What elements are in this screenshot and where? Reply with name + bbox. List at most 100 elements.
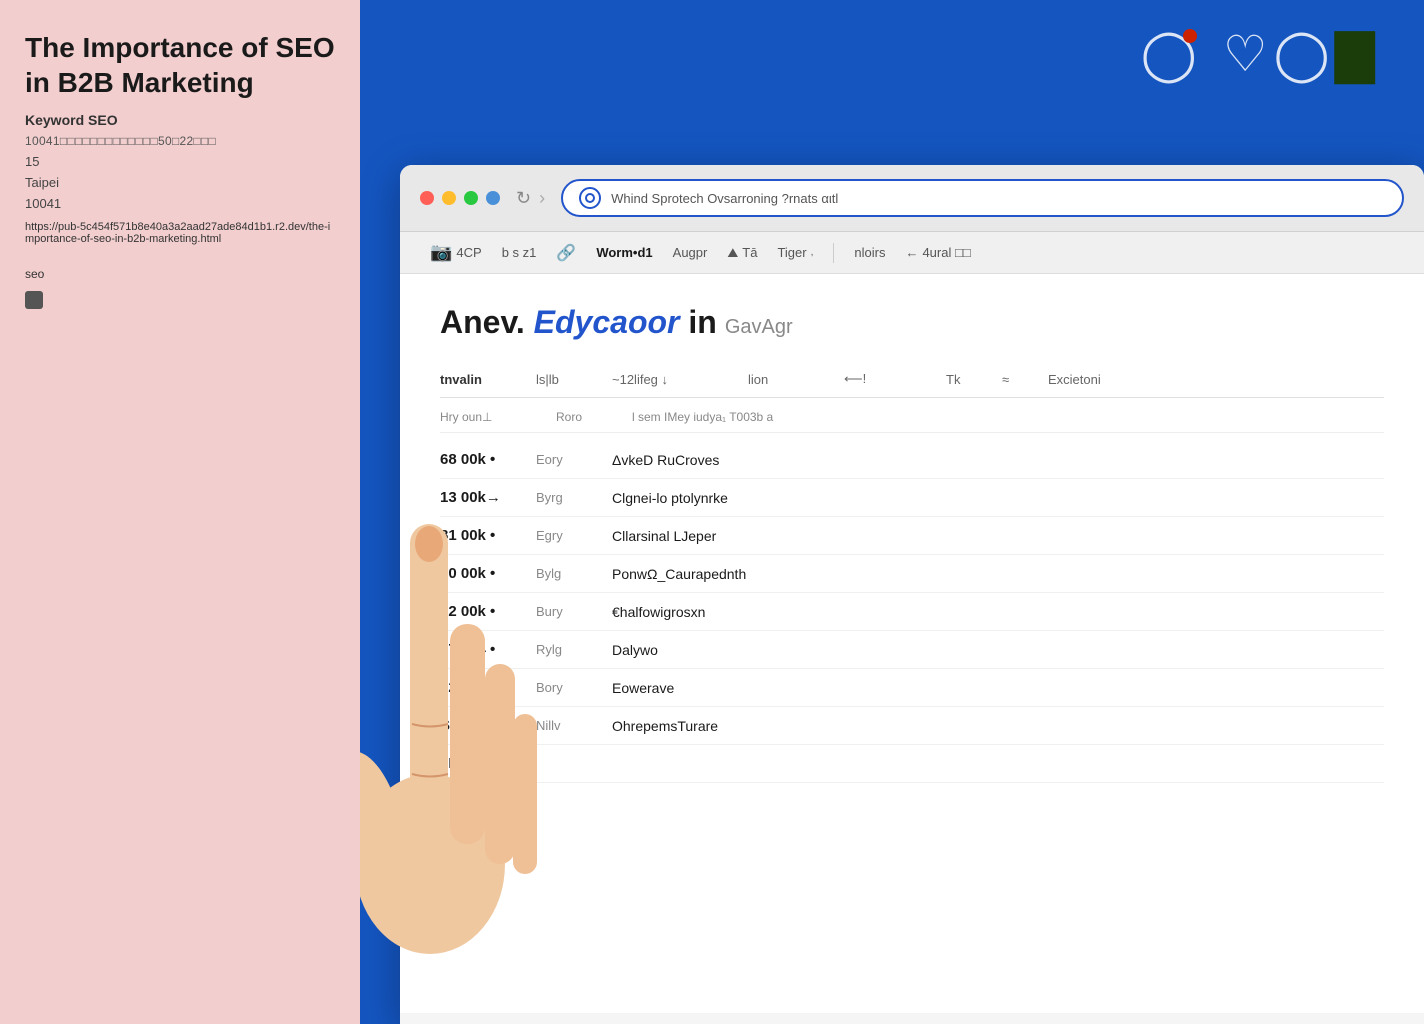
toolbar-item-s[interactable]: 🔗 bbox=[556, 243, 576, 263]
table-row[interactable]: 13 00k→ Byrg Clgnei-lo ptolynrke bbox=[440, 479, 1384, 517]
url-text: Whind Sprotech Ovsarroning ?rnats αιtl bbox=[611, 191, 1386, 206]
toolbar-label-nloirs: nloirs bbox=[854, 245, 885, 260]
toolbar-label-v: , bbox=[811, 247, 814, 258]
row-name: Byrg bbox=[536, 490, 596, 505]
table-row[interactable]: 80 00k • Bylg PonwΩ_Caurapednth bbox=[440, 555, 1384, 593]
traffic-light-red[interactable] bbox=[420, 191, 434, 205]
row-desc: PonwΩ_Caurapednth bbox=[612, 566, 1384, 582]
th-excietoni[interactable]: Excietoni bbox=[1048, 372, 1384, 387]
th-lslb[interactable]: ls|lb bbox=[536, 372, 596, 387]
top-decoration: ◯ ♡ ◯ ▇ bbox=[1141, 25, 1374, 83]
meta-url: https://pub-5c454f571b8e40a3a2aad27ade84… bbox=[25, 221, 335, 245]
th-tk[interactable]: Tk bbox=[946, 372, 986, 387]
page-title-main: Anev. Edycaoor in bbox=[440, 304, 717, 341]
th-tnvalin[interactable]: tnvalin bbox=[440, 372, 520, 387]
tag-icon bbox=[25, 291, 43, 309]
table-row[interactable]: 32 00k • Bury €halfowigrosxn bbox=[440, 593, 1384, 631]
address-bar[interactable]: Whind Sprotech Ovsarroning ?rnats αιtl bbox=[561, 179, 1404, 217]
keyword-label: Keyword SEO bbox=[25, 112, 335, 128]
toolbar-item-augpr[interactable]: Augpr bbox=[673, 245, 708, 260]
browser-window: ↻ › Whind Sprotech Ovsarroning ?rnats αι… bbox=[400, 165, 1424, 1024]
traffic-lights bbox=[420, 191, 500, 205]
table-row[interactable]: 81 00k • Egry Cllarsinal LJeper bbox=[440, 517, 1384, 555]
row-desc: Clgnei-lo ptolynrke bbox=[612, 490, 1384, 506]
row-num: 17 004 • bbox=[440, 641, 520, 658]
subh-sem: l sem IMey iudya₁ T003b a bbox=[632, 410, 1384, 424]
toolbar-item-4cp[interactable]: 📷 4CP bbox=[430, 242, 482, 263]
back-icon[interactable]: ↻ bbox=[516, 188, 531, 209]
title-part2: Edycaoor bbox=[534, 304, 680, 340]
row-num: 68 00k • bbox=[440, 451, 520, 468]
row-num: S0 00k • bbox=[440, 717, 520, 734]
nav-buttons: ↻ › bbox=[516, 188, 545, 209]
table-row[interactable]: 32 00k • Bory Eowerave bbox=[440, 669, 1384, 707]
toolbar-item-fta[interactable]: ⛰ Tā bbox=[727, 245, 757, 261]
meta-id: 10041□□□□□□□□□□□□□50□22□□□ bbox=[25, 134, 335, 148]
browser-chrome: ↻ › Whind Sprotech Ovsarroning ?rnats αι… bbox=[400, 165, 1424, 232]
row-desc: Cllarsinal LJeper bbox=[612, 528, 1384, 544]
toolbar-icon-left: ← bbox=[905, 245, 918, 260]
traffic-light-green[interactable] bbox=[464, 191, 478, 205]
title-part3: in bbox=[688, 304, 716, 340]
meta-number: 15 bbox=[25, 154, 335, 169]
page-subtitle: GavAgr bbox=[725, 316, 793, 339]
table-rows: 68 00k • Eory ΔvkeD RuCroves 13 00k→ Byr… bbox=[440, 441, 1384, 783]
row-num: 8F 00k • bbox=[440, 755, 520, 772]
table-row[interactable]: 8F 00k • bbox=[440, 745, 1384, 783]
traffic-light-yellow[interactable] bbox=[442, 191, 456, 205]
toolbar-item-bsz[interactable]: b s z1 bbox=[502, 245, 537, 260]
th-tnvalin-label: tnvalin bbox=[440, 372, 482, 387]
right-panel: ◯ ♡ ◯ ▇ ↻ › Whind Sprotech Ovsarronin bbox=[360, 0, 1424, 1024]
browser-content: Anev. Edycaoor in GavAgr tnvalin ls|lb ~… bbox=[400, 274, 1424, 1013]
toolbar-label-ta: Tā bbox=[742, 245, 757, 260]
toolbar-item-tiger[interactable]: Tiger , bbox=[777, 245, 813, 260]
table-row[interactable]: S0 00k • Nillv OhrepemsTurare bbox=[440, 707, 1384, 745]
toolbar-item-nloirs[interactable]: nloirs bbox=[854, 245, 885, 260]
table-header: tnvalin ls|lb ~12lifeg ↓ lion ⟵! Tk ≈ Ex… bbox=[440, 361, 1384, 398]
row-desc: Eowerave bbox=[612, 680, 1384, 696]
left-panel: The Importance of SEO in B2B Marketing K… bbox=[0, 0, 360, 1024]
title-part1: Anev. bbox=[440, 304, 525, 340]
browser-toolbar: 📷 4CP b s z1 🔗 Worm•d1 Augpr ⛰ Tā Tiger … bbox=[400, 232, 1424, 274]
toolbar-separator bbox=[833, 243, 834, 263]
row-name: Nillv bbox=[536, 718, 596, 733]
row-name: Bory bbox=[536, 680, 596, 695]
row-desc: OhrepemsTurare bbox=[612, 718, 1384, 734]
tag-label: seo bbox=[25, 267, 335, 281]
subh-roro: Roro bbox=[556, 410, 616, 424]
table-row[interactable]: 17 004 • Rylg Dalywo bbox=[440, 631, 1384, 669]
toolbar-label-bsz: b s z1 bbox=[502, 245, 537, 260]
row-name: Egry bbox=[536, 528, 596, 543]
row-num: 32 00k • bbox=[440, 679, 520, 696]
forward-icon[interactable]: › bbox=[539, 188, 545, 209]
th-lion[interactable]: lion bbox=[748, 372, 828, 387]
meta-city: Taipei bbox=[25, 175, 335, 190]
th-approx: ≈ bbox=[1002, 372, 1032, 387]
row-name: Rylg bbox=[536, 642, 596, 657]
row-num: 81 00k • bbox=[440, 527, 520, 544]
th-12lifeg[interactable]: ~12lifeg ↓ bbox=[612, 372, 732, 387]
toolbar-label-augpr: Augpr bbox=[673, 245, 708, 260]
traffic-light-blue[interactable] bbox=[486, 191, 500, 205]
table-subheader: Hry oun⊥ Roro l sem IMey iudya₁ T003b a bbox=[440, 402, 1384, 433]
article-title: The Importance of SEO in B2B Marketing bbox=[25, 30, 335, 100]
row-num: 13 00k→ bbox=[440, 489, 520, 506]
row-desc: Dalywo bbox=[612, 642, 1384, 658]
row-name: Bylg bbox=[536, 566, 596, 581]
page-header: Anev. Edycaoor in GavAgr bbox=[440, 304, 1384, 341]
table-row[interactable]: 68 00k • Eory ΔvkeD RuCroves bbox=[440, 441, 1384, 479]
row-desc: ΔvkeD RuCroves bbox=[612, 452, 1384, 468]
toolbar-item-4ural[interactable]: ← 4ural □□ bbox=[905, 245, 970, 260]
toolbar-item-wormd[interactable]: Worm•d1 bbox=[596, 245, 652, 260]
toolbar-icon-4cp: 📷 bbox=[430, 242, 452, 263]
row-name: Bury bbox=[536, 604, 596, 619]
toolbar-icon-f: ⛰ bbox=[727, 245, 738, 261]
toolbar-label-tiger: Tiger bbox=[777, 245, 806, 260]
row-name: Eory bbox=[536, 452, 596, 467]
row-num: 32 00k • bbox=[440, 603, 520, 620]
th-arrow: ⟵! bbox=[844, 371, 884, 387]
toolbar-label-4cp: 4CP bbox=[456, 245, 481, 260]
meta-zip: 10041 bbox=[25, 196, 335, 211]
toolbar-label-4ural: 4ural □□ bbox=[922, 245, 970, 260]
row-desc: €halfowigrosxn bbox=[612, 604, 1384, 620]
